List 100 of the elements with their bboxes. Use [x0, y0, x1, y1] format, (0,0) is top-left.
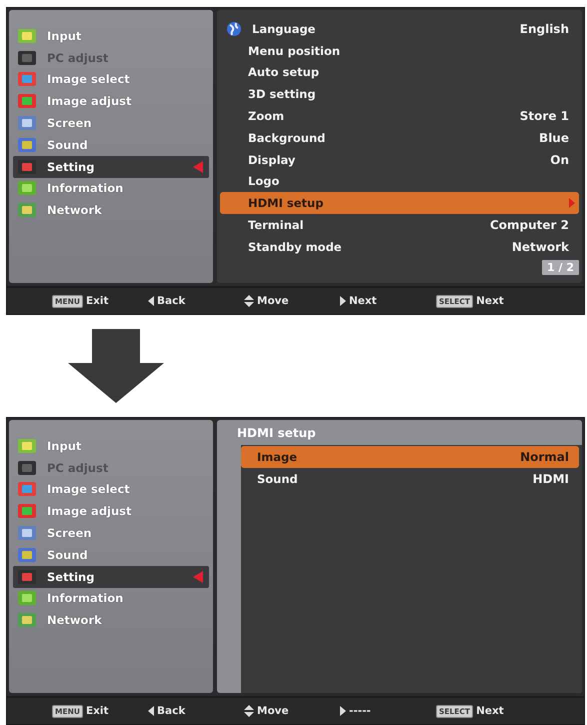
- sidebar-item[interactable]: Network: [13, 609, 209, 632]
- menu-value: HDMI: [532, 472, 569, 486]
- menu-label: Terminal: [248, 218, 305, 232]
- menu-icon: [17, 480, 37, 498]
- sidebar-label: PC adjust: [47, 460, 110, 475]
- sidebar-item[interactable]: Image select: [13, 68, 209, 90]
- sidebar-label: Setting: [47, 570, 96, 584]
- footer-hint: Next: [349, 295, 377, 307]
- right-arrow-icon: [340, 296, 346, 306]
- footer-hint: Back: [157, 705, 186, 717]
- footer-hint: Back: [157, 295, 186, 307]
- sidebar-item[interactable]: Sound: [13, 134, 209, 156]
- menu-label: Image: [257, 450, 298, 464]
- right-arrow-icon: [340, 706, 346, 716]
- sidebar-item[interactable]: Input: [13, 435, 209, 457]
- menu-icon: [17, 611, 37, 630]
- sidebar-item[interactable]: Screen: [13, 112, 209, 134]
- menu-row[interactable]: Menu position: [220, 40, 579, 62]
- menu-row[interactable]: Zoom Store 1: [220, 105, 579, 127]
- footer-hint: Move: [257, 705, 289, 717]
- menu-label: Language: [252, 22, 316, 36]
- menu-value: Blue: [539, 130, 569, 145]
- sidebar-label: Image select: [47, 72, 131, 86]
- menu-label: Standby mode: [248, 240, 343, 254]
- sidebar-item[interactable]: Image adjust: [13, 500, 209, 522]
- menu-value: Network: [512, 240, 569, 254]
- menu-row[interactable]: Background Blue: [220, 126, 579, 149]
- menu-icon: [17, 458, 37, 477]
- menu-icon: [17, 568, 37, 586]
- down-arrow-icon: [68, 329, 164, 403]
- menu-row[interactable]: Display On: [220, 148, 579, 171]
- sidebar-item[interactable]: Network: [13, 199, 209, 222]
- menu-icon: [17, 26, 37, 45]
- menu-icon: [17, 524, 37, 542]
- menu-icon: [17, 546, 37, 564]
- menu-icon: [17, 502, 37, 520]
- menu-icon: [17, 48, 37, 67]
- sidebar-item[interactable]: Setting: [13, 156, 209, 178]
- menu-icon: [17, 201, 37, 220]
- menu-label: 3D setting: [248, 87, 317, 102]
- sidebar-item[interactable]: Input: [13, 25, 209, 47]
- menu-label: Zoom: [248, 109, 286, 124]
- menu-row[interactable]: 3D setting: [220, 83, 579, 106]
- footer-hint: Move: [257, 295, 289, 307]
- sidebar-label: Screen: [47, 526, 93, 540]
- page-indicator: 1 / 2: [542, 260, 579, 275]
- menu-icon: [17, 158, 37, 176]
- sidebar-label: Screen: [47, 116, 93, 130]
- submenu-title: HDMI setup: [236, 426, 317, 442]
- menu-icon: [17, 436, 37, 455]
- menu-row[interactable]: Auto setup: [220, 62, 579, 84]
- sidebar-item[interactable]: Image adjust: [13, 90, 209, 112]
- menu-row[interactable]: Image Normal: [241, 446, 579, 468]
- sidebar-label: Input: [47, 28, 82, 43]
- menu-value: Computer 2: [490, 218, 569, 232]
- sidebar-item[interactable]: Information: [13, 588, 209, 610]
- sidebar-label: Sound: [47, 548, 89, 562]
- sidebar-label: Setting: [47, 160, 96, 174]
- sidebar-label: Sound: [47, 138, 89, 152]
- sidebar-label: PC adjust: [47, 50, 110, 65]
- sidebar-item[interactable]: Setting: [13, 566, 209, 588]
- sidebar-label: Information: [47, 591, 124, 606]
- footer-hint: Next: [476, 705, 504, 717]
- sidebar-label: Network: [47, 613, 103, 628]
- menu-icon: [17, 589, 37, 608]
- menu-label: HDMI setup: [248, 196, 324, 210]
- menu-icon: [17, 179, 37, 198]
- menu-label: Menu position: [248, 44, 342, 58]
- sidebar-item[interactable]: Sound: [13, 544, 209, 566]
- menu-row[interactable]: Logo: [220, 170, 579, 192]
- sidebar-label: Image adjust: [47, 504, 133, 518]
- menu-row[interactable]: Sound HDMI: [241, 468, 579, 490]
- menu-row[interactable]: HDMI setup: [220, 192, 579, 214]
- up-down-arrow-icon: [244, 705, 254, 717]
- menu-icon: [17, 136, 37, 154]
- menu-value: Normal: [520, 450, 569, 464]
- up-down-arrow-icon: [244, 295, 254, 307]
- sidebar-label: Input: [47, 438, 82, 453]
- menu-label: Auto setup: [248, 65, 320, 80]
- left-arrow-icon: [148, 296, 154, 306]
- globe-icon: [226, 20, 242, 37]
- pointer-icon: [193, 570, 203, 583]
- sidebar-label: Image adjust: [47, 94, 133, 108]
- sidebar-label: Information: [47, 181, 124, 196]
- sidebar-label: Image select: [47, 482, 131, 496]
- menu-value: On: [550, 152, 569, 167]
- sidebar-item[interactable]: Screen: [13, 522, 209, 544]
- menu-label: Display: [248, 152, 296, 167]
- footer-hint: Next: [476, 295, 504, 307]
- menu-label: Sound: [257, 472, 299, 486]
- sidebar-item[interactable]: Image select: [13, 478, 209, 500]
- menu-row[interactable]: Terminal Computer 2: [220, 214, 579, 236]
- menu-icon: [17, 70, 37, 88]
- footer-hint: -----: [349, 705, 371, 717]
- menu-row[interactable]: Language English: [220, 18, 579, 40]
- submenu-arrow-icon: [569, 198, 575, 208]
- menu-value: English: [520, 22, 569, 36]
- menu-row[interactable]: Standby mode Network: [220, 236, 579, 258]
- sidebar-label: Network: [47, 203, 103, 218]
- sidebar-item[interactable]: Information: [13, 178, 209, 200]
